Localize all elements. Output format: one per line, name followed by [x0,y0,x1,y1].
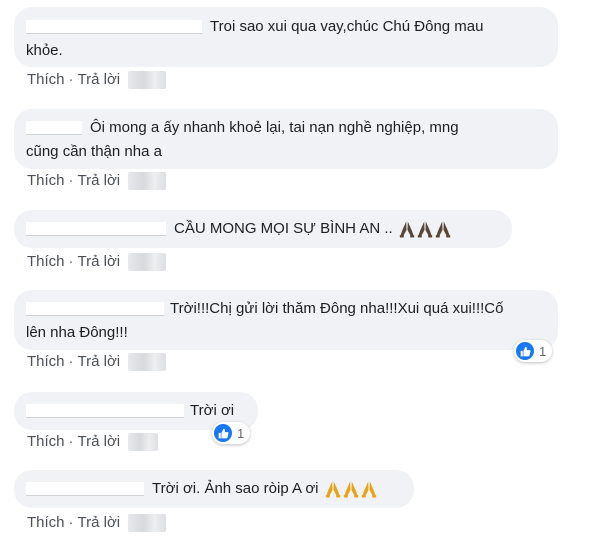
folded-hands-icon [325,480,341,498]
comment-text: Trời ơi [190,402,235,419]
comment-bubble: Trời!!!Chị gửi lời thăm Đông nha!!!Xui q… [14,290,558,350]
redacted-author-name[interactable] [26,482,144,497]
folded-hands-icon [343,480,359,498]
comment-text: Ôi mong a ấy nhanh khoẻ lại, tai nạn ngh… [90,119,459,136]
separator: · [68,71,74,88]
reply-link[interactable]: Trả lời [78,71,121,88]
folded-hands-icon [361,480,377,498]
like-link[interactable]: Thích [27,253,65,270]
comment-text: lên nha Đông!!! [26,324,128,341]
comment-actions: Thích · Trả lời [27,352,167,372]
like-icon [516,342,534,360]
reaction-count[interactable]: 1 [212,422,251,444]
redacted-timestamp [128,253,167,272]
separator: · [68,514,74,531]
reaction-number: 1 [237,425,245,441]
folded-hands-icon [435,220,451,238]
redacted-author-name[interactable] [26,20,202,35]
like-link[interactable]: Thích [27,514,65,531]
comment-text: Trời!!!Chị gửi lời thăm Đông nha!!!Xui q… [170,300,504,317]
redacted-timestamp [128,353,167,372]
reply-link[interactable]: Trả lời [78,353,121,370]
redacted-timestamp [128,514,167,533]
comment-actions: Thích · Trả lời [27,70,167,90]
reply-link[interactable]: Trả lời [78,172,121,189]
comment-text: Trời ơi. Ảnh sao ròip A ơi [152,480,319,497]
redacted-timestamp [128,433,159,452]
reply-link[interactable]: Trả lời [78,253,121,270]
comment-bubble: Trời ơi. Ảnh sao ròip A ơi [14,470,414,508]
separator: · [68,433,74,450]
comment-text: cũng cần thận nha a [26,143,162,160]
redacted-timestamp [128,71,167,90]
separator: · [68,172,74,189]
separator: · [68,253,74,270]
reply-link[interactable]: Trả lời [78,514,121,531]
redacted-timestamp [128,172,167,191]
folded-hands-icon [417,220,433,238]
redacted-author-name[interactable] [26,222,166,237]
comment-text: CẦU MONG MỌI SỰ BÌNH AN .. [174,220,393,237]
like-link[interactable]: Thích [27,353,65,370]
comment-text: Troi sao xui qua vay,chúc Chú Đông mau [210,18,484,35]
redacted-author-name[interactable] [26,302,164,317]
comment-actions: Thích · Trả lời [27,513,167,533]
reply-link[interactable]: Trả lời [78,433,121,450]
comment-actions: Thích · Trả lời [27,171,167,191]
folded-hands-icon [399,220,415,238]
comment-actions: Thích · Trả lời [27,252,167,272]
redacted-author-name[interactable] [26,404,184,419]
like-link[interactable]: Thích [27,71,65,88]
like-icon [214,424,232,442]
separator: · [68,353,74,370]
comment-bubble: Ôi mong a ấy nhanh khoẻ lại, tai nạn ngh… [14,109,558,169]
reaction-count[interactable]: 1 [514,340,553,362]
comment-actions: Thích · Trả lời [27,432,159,452]
comment-text: khỏe. [26,42,63,59]
like-link[interactable]: Thích [27,172,65,189]
like-link[interactable]: Thích [27,433,65,450]
comment-bubble: CẦU MONG MỌI SỰ BÌNH AN .. [14,210,512,248]
redacted-author-name[interactable] [26,121,82,136]
comment-bubble: Troi sao xui qua vay,chúc Chú Đông mau k… [14,7,558,67]
reaction-number: 1 [539,343,547,359]
